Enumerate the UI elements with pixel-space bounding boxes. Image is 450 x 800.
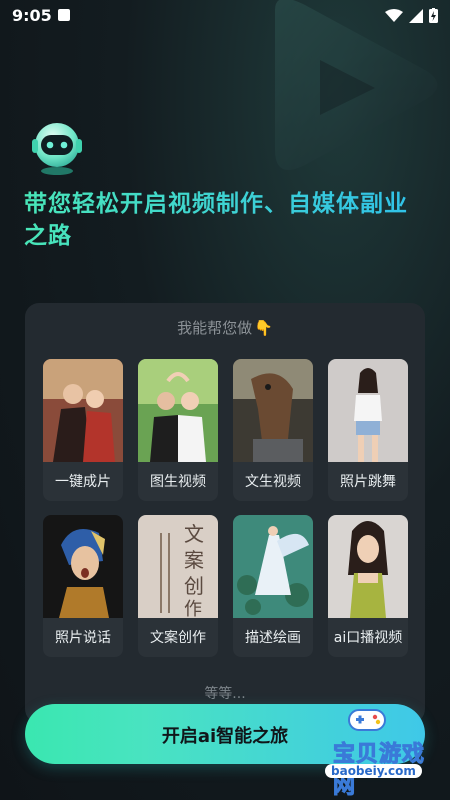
svg-text:作: 作	[184, 599, 202, 618]
feature-thumb-copywriting: 文 案 创 作	[138, 515, 218, 618]
feature-label: 照片说话	[55, 630, 111, 646]
feature-label: 照片跳舞	[340, 474, 396, 490]
watermark: 宝贝游戏网 baobeiy.com	[305, 700, 445, 800]
feature-label: 图生视频	[150, 474, 206, 490]
panel-title: 我能帮您做 👇	[25, 317, 425, 338]
feature-panel: 我能帮您做 👇 一键成片 图生视频 文生视频 照片跳舞 照片说话 文 案 创 作…	[25, 303, 425, 723]
feature-label: 文生视频	[245, 474, 301, 490]
feature-thumb-image-to-video	[138, 359, 218, 462]
svg-text:创: 创	[184, 574, 204, 598]
svg-text:文: 文	[184, 522, 204, 546]
gamepad-icon	[348, 709, 386, 731]
feature-label: 一键成片	[55, 474, 111, 490]
panel-title-text: 我能帮您做	[177, 319, 253, 337]
pointing-down-icon: 👇	[254, 319, 273, 337]
feature-label: 文案创作	[150, 630, 206, 646]
feature-thumb-ai-voice-video	[328, 515, 408, 618]
feature-card-photo-talk[interactable]: 照片说话	[43, 515, 123, 657]
headline: 带您轻松开启视频制作、自媒体副业之路	[24, 188, 424, 252]
feature-label: ai口播视频	[333, 630, 403, 646]
play-shape-decoration	[275, 0, 438, 170]
feature-card-describe-paint[interactable]: 描述绘画	[233, 515, 313, 657]
feature-thumb-describe-paint	[233, 515, 313, 618]
watermark-url: baobeiy.com	[325, 764, 422, 778]
feature-card-one-click[interactable]: 一键成片	[43, 359, 123, 501]
status-time: 9:05	[12, 6, 52, 25]
feature-card-copywriting[interactable]: 文 案 创 作 文案创作	[138, 515, 218, 657]
feature-thumb-photo-talk	[43, 515, 123, 618]
feature-label: 描述绘画	[245, 630, 301, 646]
svg-text:案: 案	[184, 548, 204, 572]
robot-mascot-icon	[32, 123, 82, 175]
feature-card-image-to-video[interactable]: 图生视频	[138, 359, 218, 501]
notification-icon	[58, 9, 70, 21]
feature-card-photo-dance[interactable]: 照片跳舞	[328, 359, 408, 501]
feature-card-text-to-video[interactable]: 文生视频	[233, 359, 313, 501]
feature-thumb-text-to-video	[233, 359, 313, 462]
feature-thumb-one-click	[43, 359, 123, 462]
feature-thumb-photo-dance	[328, 359, 408, 462]
feature-card-ai-voice-video[interactable]: ai口播视频	[328, 515, 408, 657]
